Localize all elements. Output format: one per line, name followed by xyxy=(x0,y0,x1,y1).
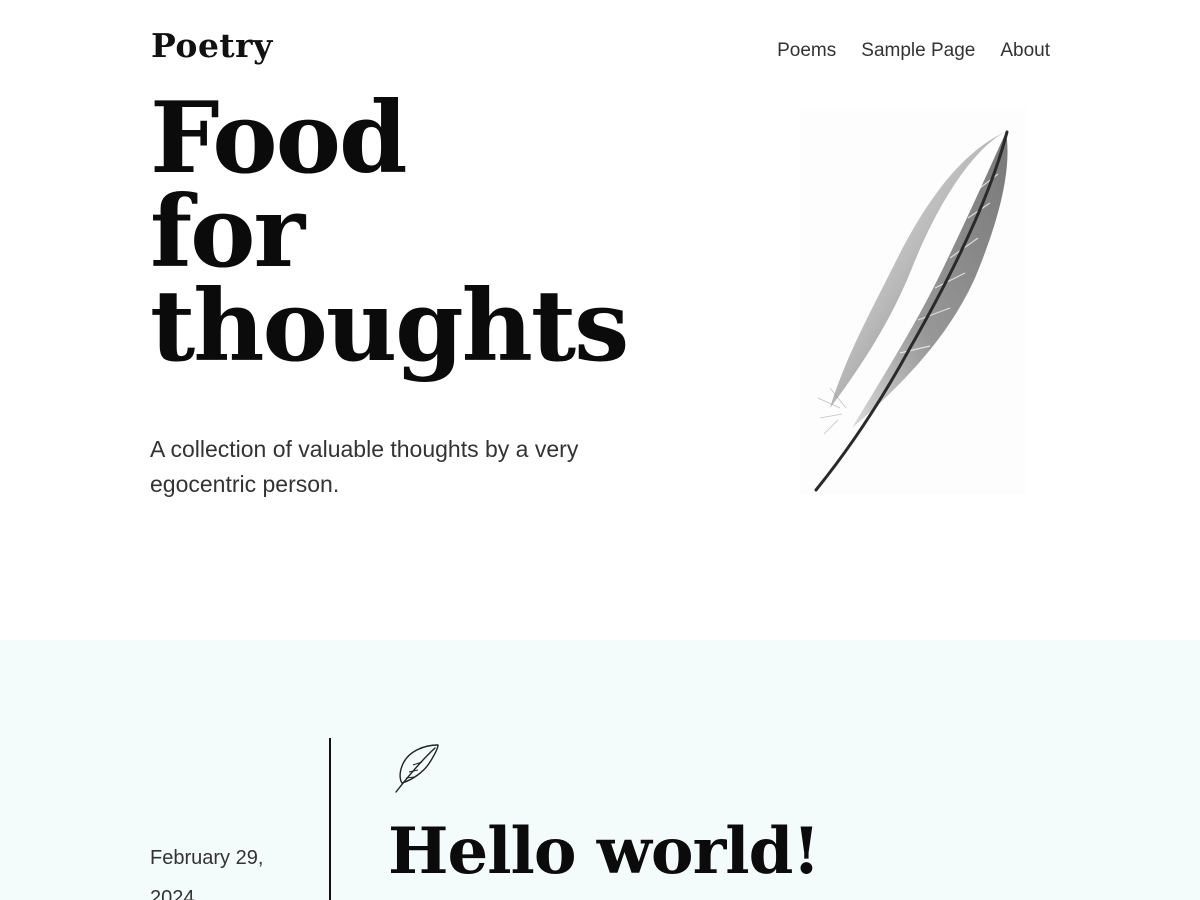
hero-title-line: for xyxy=(150,175,305,290)
quill-icon xyxy=(388,740,444,796)
nav-item-about[interactable]: About xyxy=(1000,40,1050,62)
post-title[interactable]: Hello world! xyxy=(388,812,820,892)
page: Poetry Poems Sample Page About Food for … xyxy=(0,0,1200,900)
site-title[interactable]: Poetry xyxy=(151,26,273,65)
hero-description: A collection of valuable thoughts by a v… xyxy=(150,436,579,497)
vertical-divider xyxy=(329,738,331,900)
hero-title-line: thoughts xyxy=(150,269,629,384)
nav-item-sample-page[interactable]: Sample Page xyxy=(861,40,975,62)
feather-image xyxy=(800,108,1026,494)
hero-title-line: Food xyxy=(150,81,407,196)
nav-item-poems[interactable]: Poems xyxy=(777,40,836,62)
post-date: February 29, 2024 xyxy=(150,847,264,900)
posts-section: February 29, 2024 Hello world! xyxy=(0,640,1200,900)
hero-title: Food for thoughts xyxy=(150,81,629,384)
primary-navigation: Poems Sample Page About xyxy=(777,40,1050,62)
